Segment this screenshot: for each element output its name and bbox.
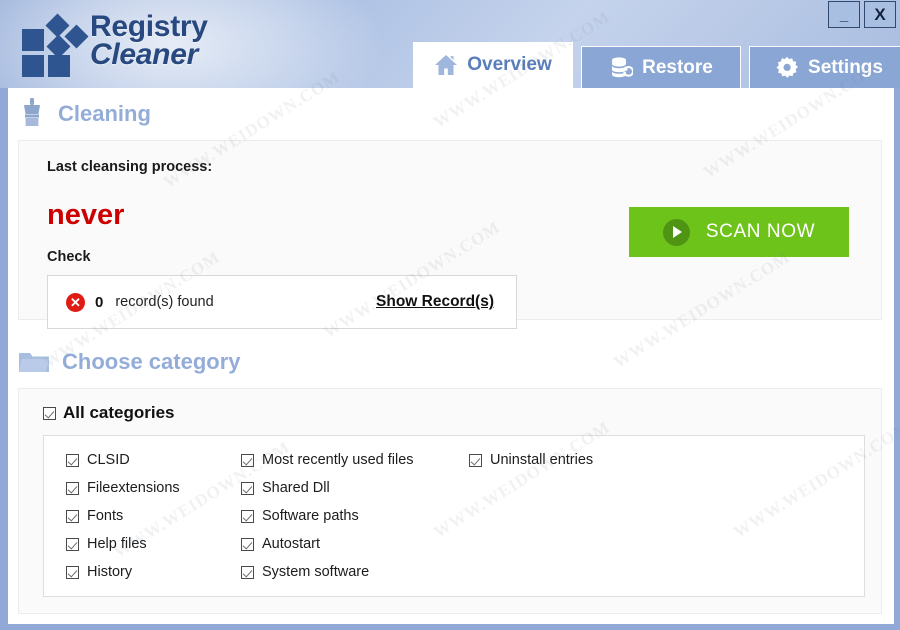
category-section-title: Choose category [62,349,241,374]
category-label: Most recently used files [262,452,414,468]
category-label: Help files [87,536,147,552]
database-restore-icon [609,56,634,79]
main-tabs: Overview Restore Settings [413,42,900,88]
scan-now-button[interactable]: SCAN NOW [629,207,849,257]
category-section-header: Choose category [8,336,894,388]
category-checkbox[interactable] [241,481,254,495]
category-checkbox[interactable] [469,453,482,467]
category-label: Software paths [262,508,359,524]
content-frame: Cleaning Last cleansing process: never C… [0,88,900,630]
all-categories-label: All categories [63,403,175,422]
tab-restore[interactable]: Restore [581,46,741,88]
category-label: Fileextensions [87,480,180,496]
tab-overview-label: Overview [467,54,552,75]
category-label: Fonts [87,508,124,524]
category-checkbox[interactable] [66,537,79,551]
cleaning-panel: Last cleansing process: never Check ✕ 0 … [18,140,882,329]
category-label: Uninstall entries [490,452,594,468]
records-box: ✕ 0 record(s) found Show Record(s) [47,275,517,329]
tab-settings[interactable]: Settings [749,46,900,88]
category-item-fonts[interactable]: Fonts [66,508,241,524]
show-records-link[interactable]: Show Record(s) [376,293,494,311]
cleaning-section-title: Cleaning [58,101,151,126]
category-column-2: Most recently used files Shared Dll Soft… [241,452,469,580]
all-categories-checkbox[interactable] [43,406,56,420]
category-checkbox[interactable] [66,509,79,523]
category-item-uninstall-entries[interactable]: Uninstall entries [469,452,669,468]
gear-icon [775,56,799,80]
category-item-software-paths[interactable]: Software paths [241,508,469,524]
app-title-line2: Cleaner [90,38,198,71]
last-process-label: Last cleansing process: [47,159,213,175]
category-checkbox[interactable] [241,537,254,551]
tab-settings-label: Settings [808,56,883,78]
title-bar: Registry Cleaner _ X Overview Restore Se… [0,0,900,88]
home-icon [434,54,458,76]
category-panel: All categories CLSID Fileextensions Font… [18,388,882,614]
app-logo: Registry Cleaner [18,12,208,77]
category-column-1: CLSID Fileextensions Fonts Help files Hi… [66,452,241,580]
category-checkbox[interactable] [66,565,79,579]
category-checkbox[interactable] [66,453,79,467]
category-item-help-files[interactable]: Help files [66,536,241,552]
record-found-label: record(s) found [115,294,214,310]
category-column-3: Uninstall entries [469,452,669,580]
cleaning-section-header: Cleaning [8,88,894,140]
category-label: Shared Dll [262,480,330,496]
category-label: System software [262,564,370,580]
app-title: Registry Cleaner [90,12,208,70]
record-count: 0 [95,293,104,311]
category-item-shared-dll[interactable]: Shared Dll [241,480,469,496]
category-item-fileextensions[interactable]: Fileextensions [66,480,241,496]
play-icon [662,218,690,246]
registry-cleaner-logo-icon [18,13,89,77]
category-list: CLSID Fileextensions Fonts Help files Hi… [43,435,865,597]
category-checkbox[interactable] [66,481,79,495]
category-label: History [87,564,133,580]
tab-restore-label: Restore [642,56,713,78]
category-item-system-software[interactable]: System software [241,564,469,580]
category-checkbox[interactable] [241,565,254,579]
close-button[interactable]: X [864,1,896,28]
category-item-clsid[interactable]: CLSID [66,452,241,468]
minimize-button[interactable]: _ [828,1,860,28]
tab-overview[interactable]: Overview [413,42,573,88]
scan-now-label: SCAN NOW [705,221,816,242]
category-item-most-recently-used-files[interactable]: Most recently used files [241,452,469,468]
brush-icon [18,97,46,131]
category-checkbox[interactable] [241,509,254,523]
error-circle-icon: ✕ [66,292,85,312]
category-checkbox[interactable] [241,453,254,467]
app-window: Registry Cleaner _ X Overview Restore Se… [0,0,900,630]
all-categories-row[interactable]: All categories [43,403,865,423]
folder-icon [18,349,50,375]
category-label: CLSID [87,452,130,468]
category-label: Autostart [262,536,321,552]
window-controls: _ X [828,1,896,28]
category-item-history[interactable]: History [66,564,241,580]
category-item-autostart[interactable]: Autostart [241,536,469,552]
